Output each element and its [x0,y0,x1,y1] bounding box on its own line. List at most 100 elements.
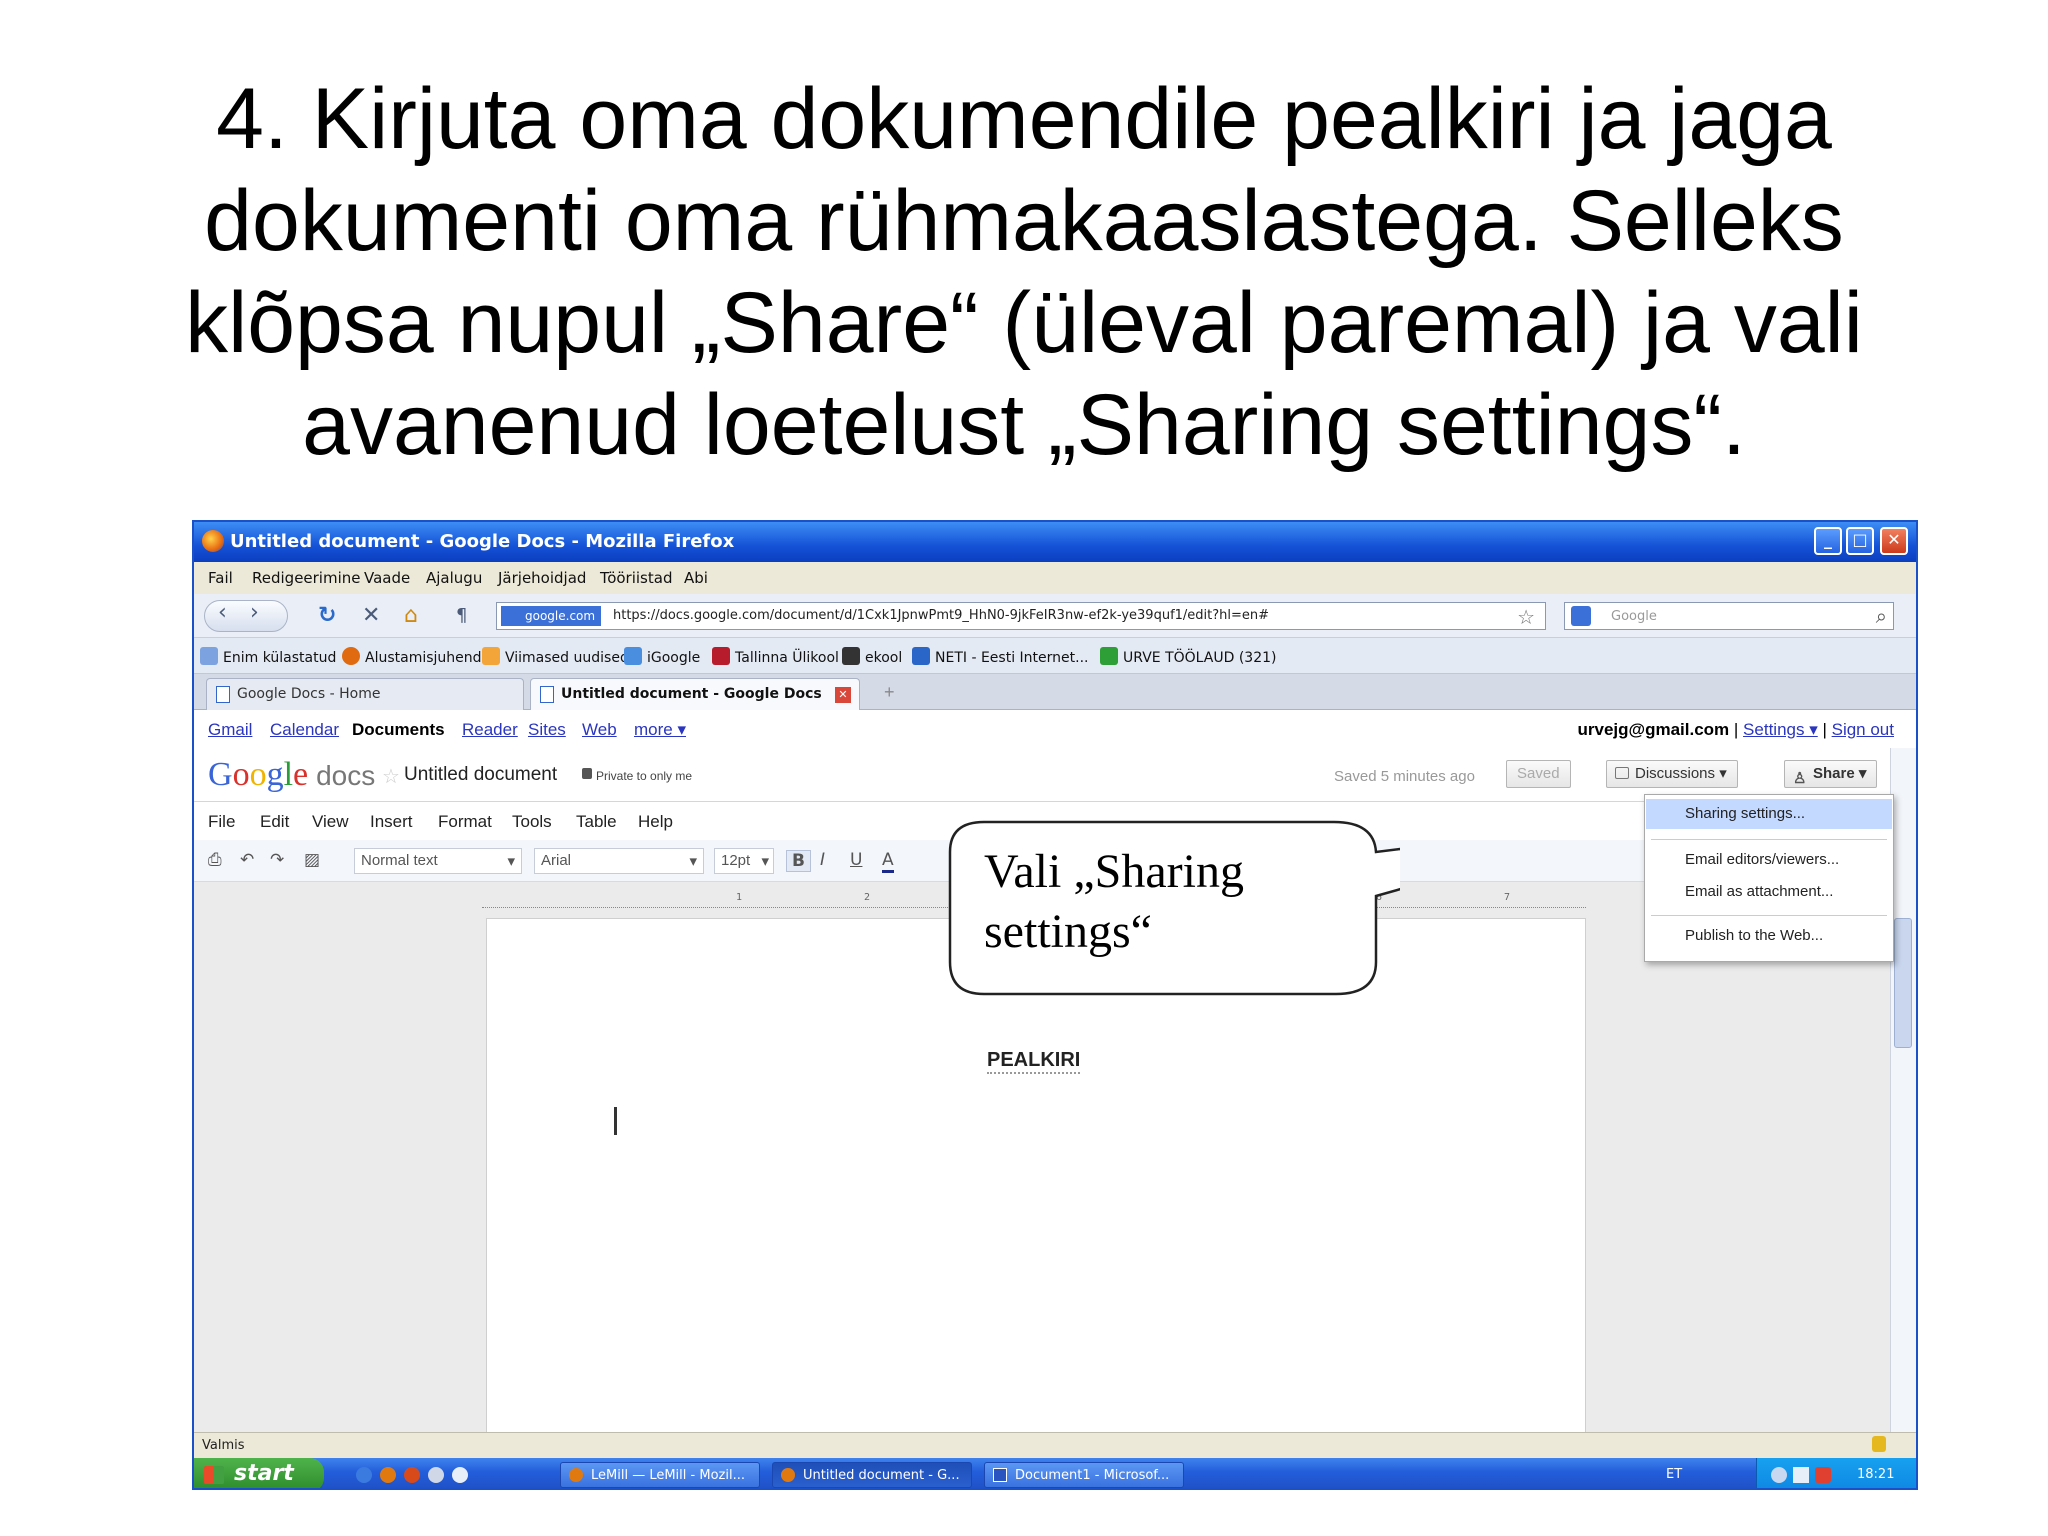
undo-icon[interactable]: ↶ [240,850,254,870]
paint-format-icon[interactable]: ▨ [304,850,320,870]
site-identity-button[interactable]: google.com [501,606,602,626]
print-icon[interactable]: ⎙ [208,850,222,870]
home-icon[interactable]: ⌂ [404,603,418,628]
sign-out-link[interactable]: Sign out [1832,720,1894,739]
taskbar-item[interactable]: Untitled document - G... [772,1462,972,1488]
share-button[interactable]: ♙ Share ▾ [1784,760,1878,788]
doc-menu-file[interactable]: File [208,812,235,832]
menu-history[interactable]: Ajalugu [426,569,482,587]
doc-menu-view[interactable]: View [312,812,349,832]
bookmark-item[interactable]: Viimased uudised [482,647,629,666]
search-icon[interactable]: ⌕ [1876,604,1887,628]
language-indicator[interactable]: ET [1666,1467,1682,1482]
scrollbar-thumb[interactable] [1894,918,1912,1048]
window-titlebar: Untitled document - Google Docs - Mozill… [194,522,1916,562]
bookmark-item[interactable]: Enim külastatud [200,647,336,666]
menu-file[interactable]: Fail [208,569,233,587]
back-forward-button[interactable] [204,600,288,632]
search-engine-icon[interactable] [1571,606,1591,626]
ie-quicklaunch-icon[interactable] [356,1467,372,1483]
menu-view[interactable]: Vaade [364,569,410,587]
slide-title: 4. Kirjuta oma dokumendile pealkiri ja j… [60,68,1988,476]
network-icon[interactable] [1793,1467,1809,1483]
doc-menu-insert[interactable]: Insert [370,812,413,832]
reload-icon[interactable]: ↻ [318,603,336,628]
maximize-button[interactable]: □ [1846,527,1874,555]
document-title[interactable]: Untitled document [404,764,557,786]
menu-item-publish-web[interactable]: Publish to the Web... [1685,927,1823,944]
rss-icon [482,647,500,665]
menu-edit[interactable]: Redigeerimine [252,569,361,587]
close-tab-icon[interactable]: ✕ [835,687,851,703]
doc-menu-help[interactable]: Help [638,812,673,832]
system-tray: 18:21 [1756,1458,1916,1488]
text-color-icon[interactable]: A [882,850,894,873]
plus-icon [1100,647,1118,665]
bookmark-item[interactable]: Alustamisjuhend [342,647,482,666]
star-icon[interactable]: ☆ [382,764,400,789]
font-size-select[interactable]: 12pt ▾ [714,848,774,874]
tab-label: Google Docs - Home [237,686,381,702]
saved-button[interactable]: Saved [1506,760,1571,788]
word-icon [993,1468,1007,1482]
tab-untitled-document[interactable]: Untitled document - Google Docs ✕ [530,678,860,710]
bookmark-item[interactable]: ekool [842,647,902,666]
doc-menu-tools[interactable]: Tools [512,812,552,832]
neti-icon [912,647,930,665]
url-text[interactable]: https://docs.google.com/document/d/1Cxk1… [613,608,1269,623]
bookmark-item[interactable]: URVE TÖÖLAUD (321) [1100,647,1277,666]
tab-google-docs-home[interactable]: Google Docs - Home [206,678,524,710]
firefox-icon [569,1468,583,1482]
tray-icon[interactable] [1771,1467,1787,1483]
bookmark-item[interactable]: NETI - Eesti Internet... [912,647,1088,666]
google-docs-logo[interactable]: Google docs [208,756,375,794]
app-quicklaunch-icon[interactable] [428,1467,444,1483]
title-line: klõpsa nupul „Share“ (üleval paremal) ja… [185,275,1863,371]
gbar-link-more[interactable]: more ▾ [634,720,686,740]
menu-item-email-editors[interactable]: Email editors/viewers... [1685,851,1839,868]
pilcrow-icon[interactable]: ¶ [456,605,467,626]
font-select[interactable]: Arial ▾ [534,848,704,874]
bookmark-folder-icon [200,647,218,665]
discussions-button[interactable]: Discussions ▾ [1606,760,1738,788]
menu-item-email-attachment[interactable]: Email as attachment... [1685,883,1833,900]
new-tab-icon[interactable]: + [884,682,895,703]
opera-quicklaunch-icon[interactable] [404,1467,420,1483]
stop-icon[interactable]: ✕ [362,603,380,628]
italic-icon[interactable]: I [820,850,825,870]
bookmark-item[interactable]: Tallinna Ülikool [712,647,839,666]
app-quicklaunch-icon[interactable] [452,1467,468,1483]
style-select[interactable]: Normal text ▾ [354,848,522,874]
doc-menu-table[interactable]: Table [576,812,617,832]
settings-link[interactable]: Settings ▾ [1743,720,1818,739]
gbar-link-calendar[interactable]: Calendar [270,720,339,740]
menu-tools[interactable]: Tööriistad [600,569,672,587]
search-input[interactable]: Google ⌕ [1564,602,1894,630]
close-button[interactable]: ✕ [1880,527,1908,555]
start-button[interactable]: start [194,1458,324,1488]
person-icon: ♙ [1793,770,1807,787]
bold-icon[interactable]: B [786,850,811,872]
gbar-link-gmail[interactable]: Gmail [208,720,252,740]
menu-bookmarks[interactable]: Järjehoidjad [498,569,586,587]
alert-icon[interactable] [1815,1467,1831,1483]
url-bar[interactable]: google.com https://docs.google.com/docum… [496,602,1546,630]
clock[interactable]: 18:21 [1857,1467,1894,1482]
underline-icon[interactable]: U [850,850,862,870]
doc-menu-edit[interactable]: Edit [260,812,289,832]
gbar-link-sites[interactable]: Sites [528,720,566,740]
firefox-quicklaunch-icon[interactable] [380,1467,396,1483]
document-heading[interactable]: PEALKIRI [987,1049,1081,1074]
menu-help[interactable]: Abi [684,569,708,587]
gbar-link-web[interactable]: Web [582,720,617,740]
taskbar-item[interactable]: LeMill — LeMill - Mozil... [560,1462,760,1488]
title-line: avanenud loetelust „Sharing settings“. [302,377,1746,473]
menu-item-sharing-settings[interactable]: Sharing settings... [1685,805,1805,822]
doc-menu-format[interactable]: Format [438,812,492,832]
bookmark-star-icon[interactable]: ☆ [1517,605,1535,629]
bookmark-item[interactable]: iGoogle [624,647,700,666]
gbar-link-reader[interactable]: Reader [462,720,518,740]
taskbar-item[interactable]: Document1 - Microsof... [984,1462,1184,1488]
minimize-button[interactable]: _ [1814,527,1842,555]
redo-icon[interactable]: ↷ [270,850,284,870]
